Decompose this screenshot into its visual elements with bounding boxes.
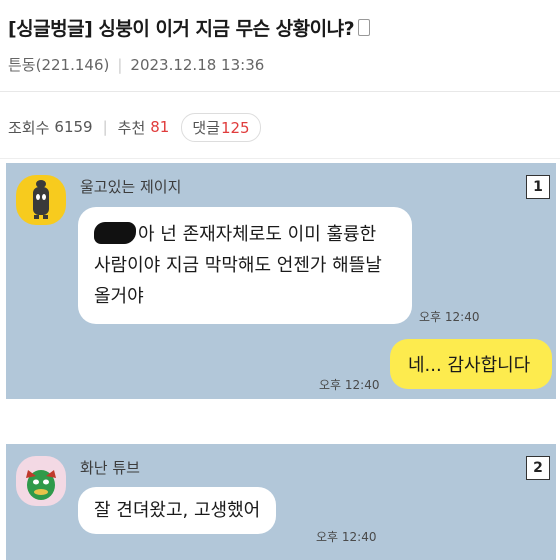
post-author[interactable]: 튼동(221.146) <box>8 56 109 74</box>
message-time: 오후 12:40 <box>316 530 377 544</box>
screenshot-number: 2 <box>526 456 550 480</box>
sender-name: 화난 튜브 <box>80 459 140 477</box>
comments-count: 125 <box>220 118 250 137</box>
chat-screenshot-1: 울고있는 제이지 1 아 넌 존재자체로도 이미 훌륭한 사람이야 지금 막막해… <box>6 163 556 399</box>
message-text: 아 넌 존재자체로도 이미 훌륭한 사람이야 지금 막막해도 언젠가 해뜰날 올… <box>94 224 382 307</box>
post-date: 2023.12.18 13:36 <box>130 56 265 74</box>
post-title: [싱글벙글] 싱붕이 이거 지금 무슨 상황이냐? <box>8 14 371 41</box>
comments-button[interactable]: 댓글125 <box>181 112 261 142</box>
post-meta: 튼동(221.146) | 2023.12.18 13:36 <box>8 54 264 75</box>
outgoing-message: 네... 감사합니다 <box>390 339 552 389</box>
character-icon <box>26 470 56 500</box>
stats-divider-line <box>0 158 560 159</box>
post-stats: 조회수 6159 | 추천 81 댓글125 <box>8 112 261 142</box>
stats-divider: | <box>102 118 108 136</box>
post-title-text: [싱글벙글] 싱붕이 이거 지금 무슨 상황이냐? <box>8 18 355 40</box>
views-count: 6159 <box>54 118 93 136</box>
screenshot-number: 1 <box>526 175 550 199</box>
comments-label: 댓글 <box>192 118 220 137</box>
avatar-jay-g <box>16 175 66 225</box>
chat-screenshot-2: 화난 튜브 2 잘 견뎌왔고, 고생했어 오후 12:40 <box>6 444 556 560</box>
reply-time: 오후 12:40 <box>319 378 380 392</box>
sender-name: 울고있는 제이지 <box>80 178 182 196</box>
incoming-message: 아 넌 존재자체로도 이미 훌륭한 사람이야 지금 막막해도 언젠가 해뜰날 올… <box>78 207 412 324</box>
likes-count: 81 <box>150 118 170 136</box>
redaction-mark <box>94 222 136 244</box>
avatar-tube <box>16 456 66 506</box>
likes-label: 추천 <box>117 118 146 137</box>
header-divider <box>0 91 560 92</box>
incoming-message: 잘 견뎌왔고, 고생했어 <box>78 487 277 534</box>
views-label: 조회수 <box>8 118 50 137</box>
character-icon <box>33 180 49 219</box>
meta-divider: | <box>117 56 123 74</box>
mobile-icon <box>358 19 371 36</box>
message-time: 오후 12:40 <box>419 310 480 324</box>
